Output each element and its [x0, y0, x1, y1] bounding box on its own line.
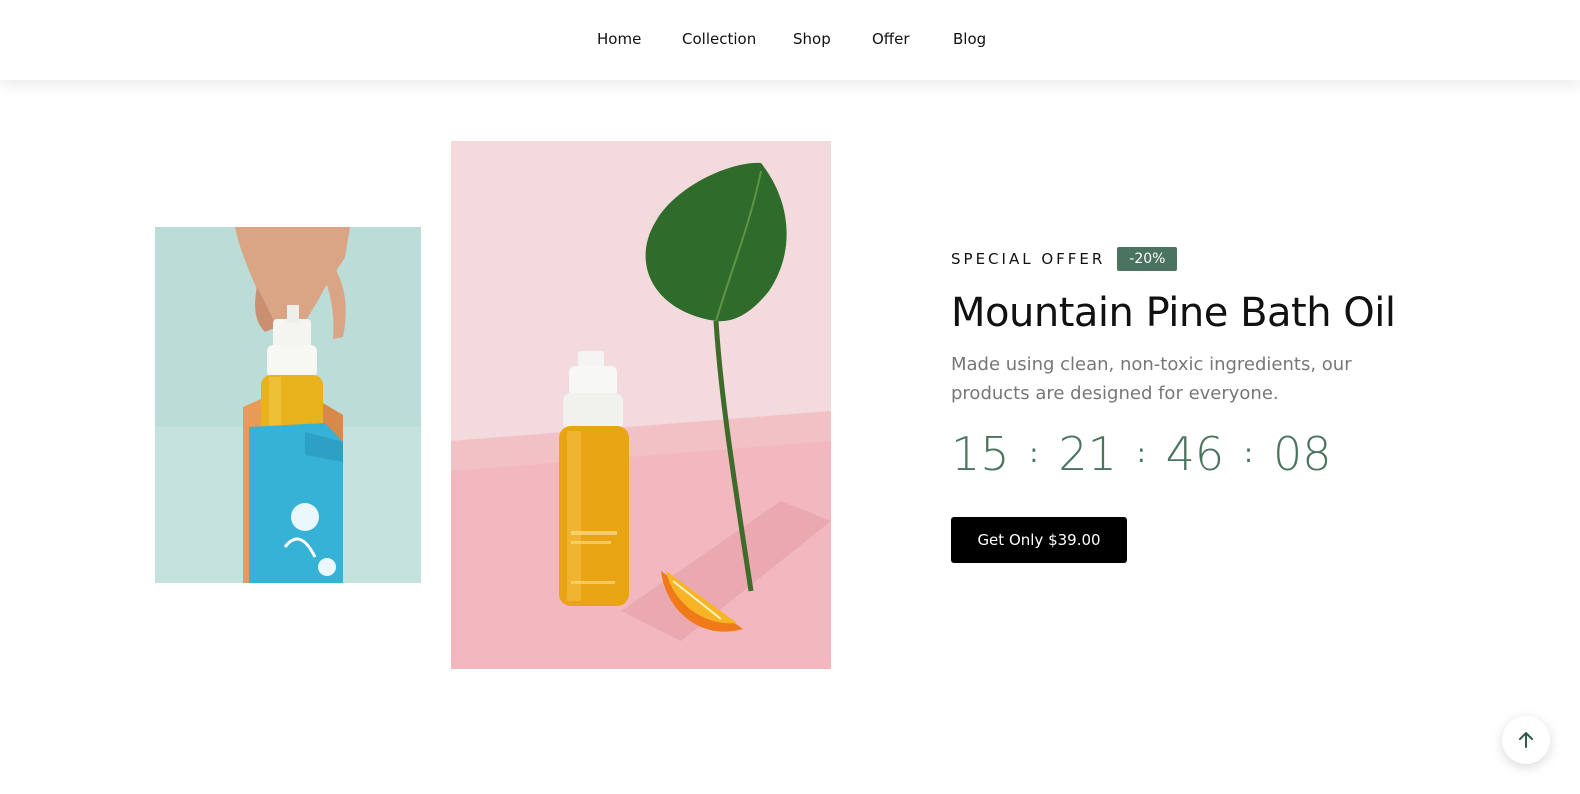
countdown-minutes: 46 — [1165, 427, 1225, 481]
back-to-top-button[interactable] — [1502, 716, 1550, 764]
special-offer-row: SPECIAL OFFER -20% — [951, 246, 1178, 272]
buy-button[interactable]: Get Only $39.00 — [951, 517, 1127, 563]
nav-offer[interactable]: Offer — [872, 30, 910, 48]
bottle-leaf-orange-illustration — [451, 141, 831, 669]
bottle-in-box-illustration — [155, 227, 421, 583]
countdown-separator: : — [1136, 439, 1146, 469]
countdown-seconds: 08 — [1272, 427, 1332, 481]
product-description: Made using clean, non-toxic ingredients,… — [951, 354, 1352, 404]
product-image-scene — [451, 141, 831, 669]
countdown-days: 15 — [951, 427, 1010, 481]
nav-blog[interactable]: Blog — [953, 30, 986, 48]
nav-home[interactable]: Home — [597, 30, 641, 48]
product-title: Mountain Pine Bath Oil — [951, 290, 1396, 336]
nav-shop[interactable]: Shop — [793, 30, 831, 48]
main-nav: Home Collection Shop Offer Blog — [0, 0, 1580, 80]
discount-badge: -20% — [1117, 247, 1178, 271]
special-offer-label: SPECIAL OFFER — [951, 250, 1106, 268]
countdown-timer: 15 : 21 : 46 : 08 — [951, 424, 1331, 484]
nav-collection[interactable]: Collection — [682, 30, 756, 48]
arrow-up-icon — [1519, 732, 1533, 748]
site-header: Home Collection Shop Offer Blog — [0, 0, 1580, 80]
countdown-separator: : — [1244, 439, 1253, 469]
countdown-separator: : — [1029, 439, 1039, 469]
product-image-box — [155, 227, 421, 583]
countdown-hours: 21 — [1058, 427, 1117, 481]
